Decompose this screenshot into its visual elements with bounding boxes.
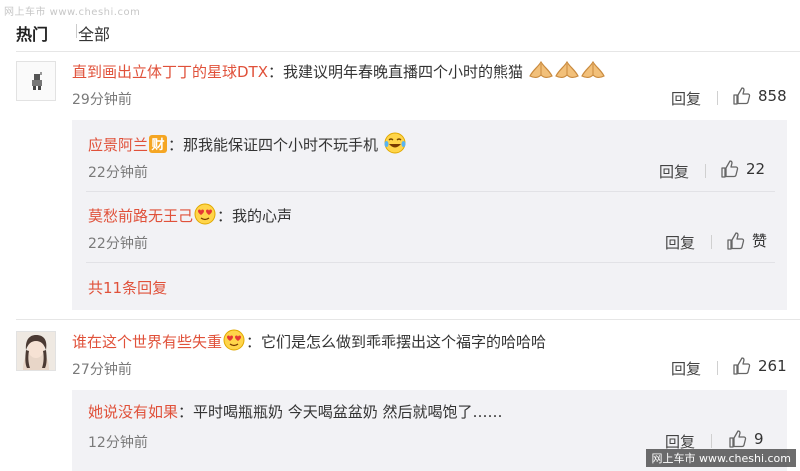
comment-body: 直到画出立体丁丁的星球DTX：我建议明年春晚直播四个小时的熊猫 bbox=[72, 59, 606, 86]
love-emoji-icon bbox=[193, 203, 217, 230]
love-emoji-icon bbox=[222, 329, 246, 356]
thumbs-up-icon bbox=[727, 231, 745, 250]
comment-text: ：它们是怎么做到乖乖摆出这个福字的哈哈哈 bbox=[246, 333, 547, 351]
like-label: 赞 bbox=[752, 232, 768, 250]
comment-time: 27分钟前 bbox=[72, 362, 132, 378]
reply-username[interactable]: 她说没有如果 bbox=[88, 403, 178, 421]
reply-divider bbox=[86, 262, 775, 263]
comment-divider bbox=[16, 319, 800, 320]
avatar[interactable] bbox=[16, 61, 56, 101]
comment-body: 谁在这个世界有些失重 ：它们是怎么做到乖乖摆出这个福字的哈哈哈 bbox=[72, 329, 546, 356]
more-replies-link[interactable]: 共11条回复 bbox=[88, 277, 167, 298]
comment-username[interactable]: 谁在这个世界有些失重 bbox=[72, 333, 222, 351]
praying-hands-icon bbox=[580, 59, 606, 86]
like-count: 22 bbox=[746, 160, 766, 178]
reply-username[interactable]: 莫愁前路无王己 bbox=[88, 207, 193, 225]
like-button[interactable]: 赞 bbox=[726, 230, 767, 251]
reply-time: 22分钟前 bbox=[88, 236, 148, 252]
like-button[interactable]: 261 bbox=[732, 356, 787, 376]
reply-body: 应景阿兰财：那我能保证四个小时不玩手机 bbox=[88, 132, 407, 159]
watermark-bottom: 网上车市 www.cheshi.com bbox=[646, 449, 796, 467]
reply-divider bbox=[86, 191, 775, 192]
tab-hot[interactable]: 热门 bbox=[16, 21, 48, 45]
thumbs-up-icon bbox=[733, 357, 751, 375]
thumbs-up-icon bbox=[729, 430, 747, 448]
reply-button[interactable]: 回复 bbox=[665, 232, 695, 253]
reply-time: 22分钟前 bbox=[88, 165, 148, 181]
praying-hands-icon bbox=[528, 59, 554, 86]
like-button[interactable]: 858 bbox=[732, 86, 787, 106]
wealth-badge-icon: 财 bbox=[148, 134, 168, 159]
reply-body: 她说没有如果：平时喝瓶瓶奶 今天喝盆盆奶 然后就喝饱了…… bbox=[88, 402, 503, 422]
avatar-portrait-icon bbox=[17, 332, 55, 370]
action-separator bbox=[705, 164, 706, 178]
avatar-figure-icon bbox=[32, 72, 42, 90]
avatar[interactable] bbox=[16, 331, 56, 371]
wealth-badge-text: 财 bbox=[152, 137, 165, 153]
reply-username[interactable]: 应景阿兰 bbox=[88, 136, 148, 154]
comment-text: ：我建议明年春晚直播四个小时的熊猫 bbox=[268, 63, 524, 81]
comment-username[interactable]: 直到画出立体丁丁的星球DTX bbox=[72, 63, 268, 81]
like-count: 261 bbox=[758, 357, 787, 375]
like-count: 9 bbox=[754, 430, 764, 448]
reply-text: ：平时喝瓶瓶奶 今天喝盆盆奶 然后就喝饱了…… bbox=[178, 403, 503, 421]
like-count: 858 bbox=[758, 87, 787, 105]
action-separator bbox=[717, 361, 718, 375]
header-divider bbox=[16, 51, 800, 52]
watermark-top: 网上车市 www.cheshi.com bbox=[4, 7, 141, 18]
laughing-tears-emoji-icon bbox=[383, 132, 407, 159]
comment-time: 29分钟前 bbox=[72, 92, 132, 108]
action-separator bbox=[717, 91, 718, 105]
reply-button[interactable]: 回复 bbox=[659, 161, 689, 182]
thumbs-up-icon bbox=[733, 87, 751, 105]
tab-all[interactable]: 全部 bbox=[78, 21, 110, 45]
reply-text: ：我的心声 bbox=[217, 207, 293, 225]
tab-separator bbox=[76, 24, 77, 38]
reply-time: 12分钟前 bbox=[88, 435, 148, 451]
reply-body: 莫愁前路无王己 ：我的心声 bbox=[88, 203, 292, 230]
praying-hands-icon bbox=[554, 59, 580, 86]
reply-button[interactable]: 回复 bbox=[671, 88, 701, 109]
like-button[interactable]: 22 bbox=[720, 159, 765, 179]
action-separator bbox=[711, 434, 712, 448]
reply-text: ：那我能保证四个小时不玩手机 bbox=[168, 136, 379, 154]
thumbs-up-icon bbox=[721, 160, 739, 178]
action-separator bbox=[711, 235, 712, 249]
like-button[interactable]: 9 bbox=[728, 429, 764, 449]
reply-button[interactable]: 回复 bbox=[671, 358, 701, 379]
